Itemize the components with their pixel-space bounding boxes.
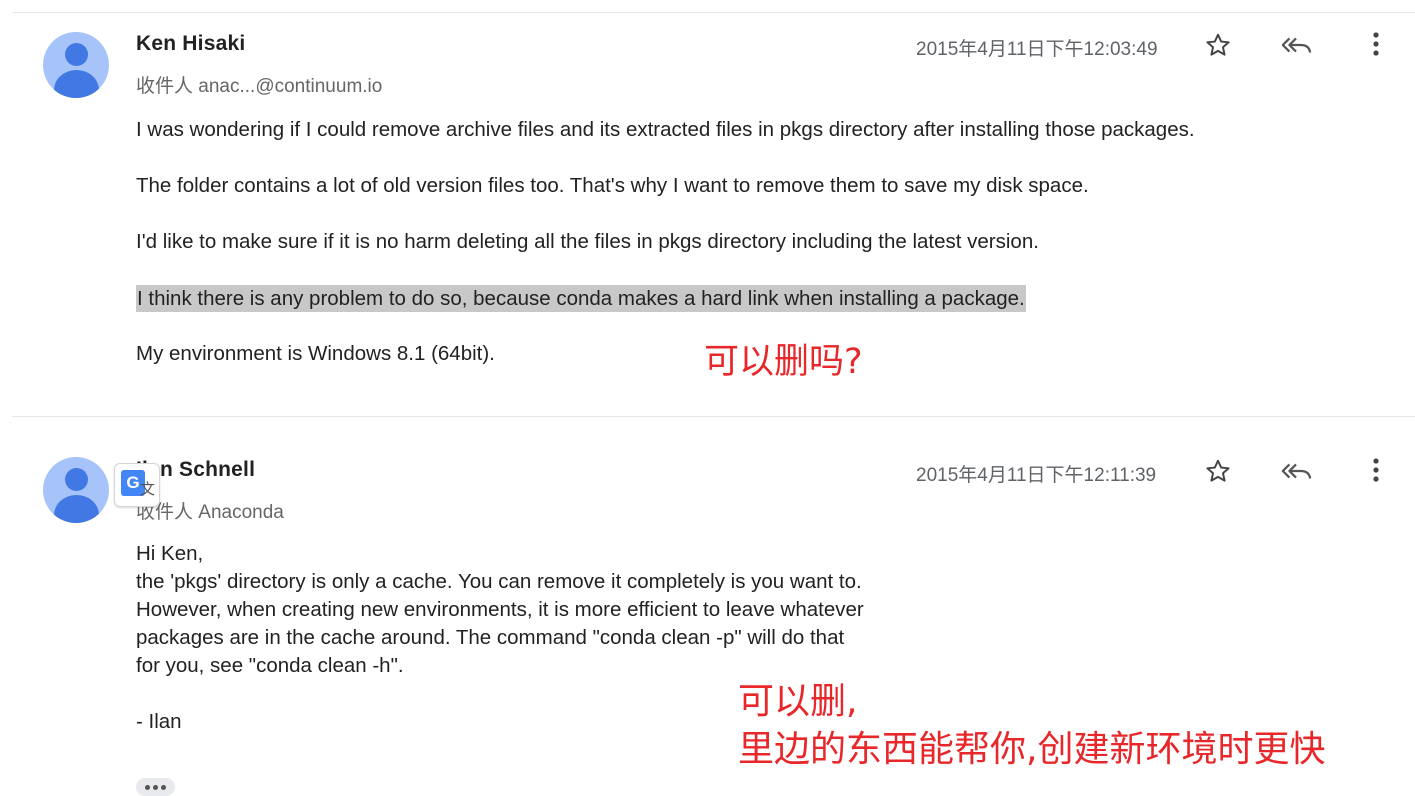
avatar-icon[interactable]: [43, 32, 109, 98]
red-annotation: 可以删吗?: [704, 342, 863, 382]
more-vert-icon[interactable]: [1360, 454, 1392, 486]
star-icon[interactable]: [1202, 29, 1234, 61]
translate-icon[interactable]: G 文: [114, 463, 160, 507]
body-paragraph: The folder contains a lot of old version…: [136, 174, 1089, 197]
body-line: Hi Ken,: [136, 542, 204, 565]
message-date: 2015年4月11日下午12:03:49: [916, 39, 1158, 60]
body-paragraph: I was wondering if I could remove archiv…: [136, 118, 1195, 141]
red-annotation: 可以删,: [738, 681, 858, 722]
recipient-line[interactable]: 收件人 anac...@continuum.io: [136, 71, 382, 98]
body-line: the 'pkgs' directory is only a cache. Yo…: [136, 570, 862, 593]
avatar-icon[interactable]: [43, 457, 109, 523]
highlighted-paragraph: I think there is any problem to do so, b…: [136, 285, 1026, 312]
message-date: 2015年4月11日下午12:11:39: [916, 465, 1157, 486]
more-vert-icon[interactable]: [1360, 28, 1392, 60]
show-trimmed-content-button[interactable]: [136, 778, 175, 796]
translate-zh-glyph: 文: [140, 481, 156, 498]
sender-name[interactable]: Ken Hisaki: [136, 32, 245, 56]
body-paragraph: My environment is Windows 8.1 (64bit).: [136, 342, 495, 365]
reply-all-icon[interactable]: [1280, 29, 1312, 61]
top-divider: [12, 12, 1415, 13]
star-icon[interactable]: [1202, 455, 1234, 487]
reply-all-icon[interactable]: [1280, 455, 1312, 487]
body-line: However, when creating new environments,…: [136, 598, 864, 621]
message-divider: [12, 416, 1415, 417]
body-paragraph: I'd like to make sure if it is no harm d…: [136, 230, 1039, 253]
red-annotation: 里边的东西能帮你,创建新环境时更快: [738, 729, 1326, 770]
body-line: packages are in the cache around. The co…: [136, 626, 845, 649]
